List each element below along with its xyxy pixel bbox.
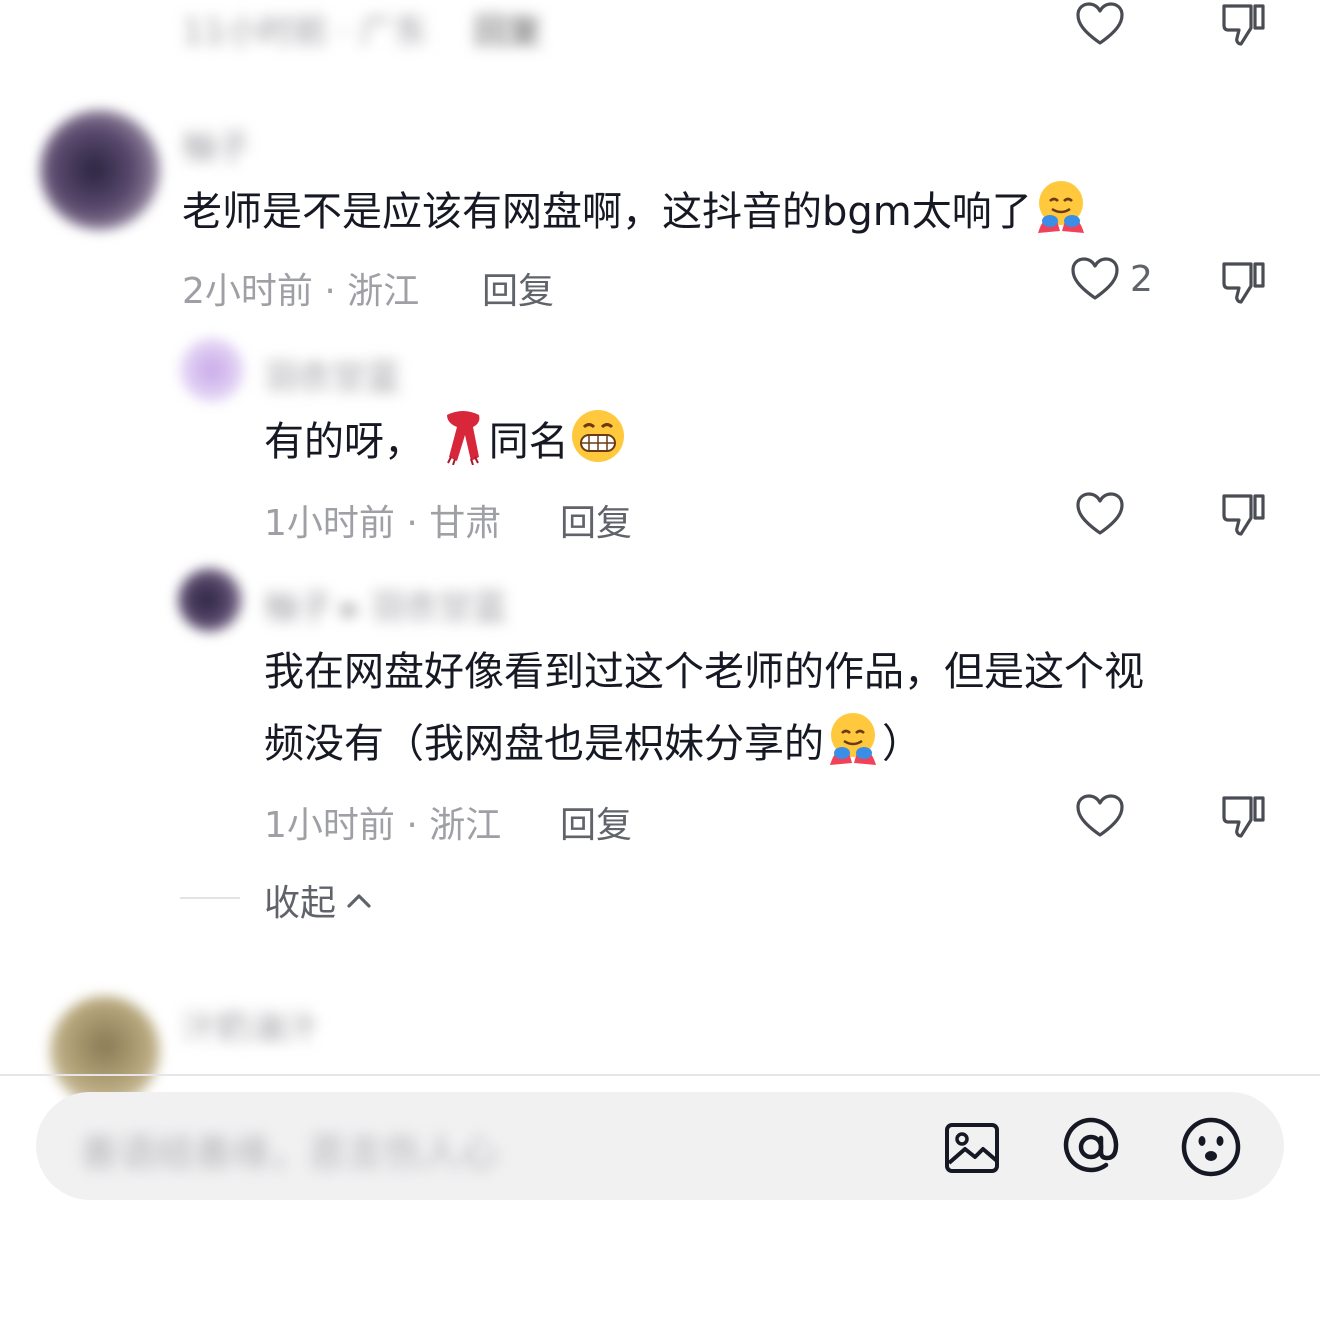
comment-input-placeholder[interactable]: 善语结善缘，恶言伤人心 (80, 1122, 498, 1177)
hugging-face-emoji (824, 709, 882, 790)
reply-avatar[interactable] (178, 568, 242, 632)
reply-author[interactable]: 柚子 ▸ 羽衣甘蓝 (264, 580, 507, 629)
thumbs-down-icon (1222, 494, 1265, 536)
top-comment-meta: 11小时前 · 广东 (182, 12, 428, 52)
reply-text-line2: 频没有（我网盘也是枳妹分享的 ） (264, 708, 922, 790)
thumbs-down-icon (1222, 262, 1265, 304)
comment-author[interactable]: 柚子 (182, 120, 250, 169)
like-button[interactable] (1072, 788, 1128, 844)
at-icon (1063, 1117, 1119, 1173)
dislike-button[interactable] (1216, 254, 1272, 310)
hugging-face-emoji (1032, 177, 1090, 258)
collapse-divider (180, 897, 240, 899)
image-icon (945, 1123, 999, 1173)
heart-icon (1076, 492, 1124, 535)
heart-icon (1076, 794, 1124, 837)
heart-icon (1071, 257, 1119, 300)
chevron-up-icon (347, 894, 371, 908)
input-bar-separator (0, 1074, 1320, 1076)
next-comment-avatar[interactable] (50, 996, 160, 1106)
collapse-label: 收起 (264, 883, 337, 924)
dislike-button[interactable] (1216, 486, 1272, 542)
thumbs-down-icon (1222, 796, 1265, 838)
dislike-button[interactable] (1216, 788, 1272, 844)
reply-button[interactable]: 回复 (482, 262, 554, 314)
reply-meta: 1小时前 · 浙江 (264, 805, 502, 846)
mention-button[interactable] (1058, 1114, 1124, 1180)
top-like-button[interactable] (1072, 0, 1128, 52)
reply-text: 有的呀， 同名 (264, 406, 627, 488)
reply-text-line1: 我在网盘好像看到过这个老师的作品，但是这个视 (264, 649, 1144, 695)
emoji-icon (1181, 1117, 1241, 1177)
like-count: 2 (1130, 258, 1153, 300)
thumbs-down-icon (1222, 4, 1265, 46)
scarf-emoji (437, 407, 489, 488)
reply-meta: 1小时前 · 甘肃 (264, 503, 502, 544)
top-dislike-button[interactable] (1216, 0, 1272, 52)
emoji-button[interactable] (1178, 1114, 1244, 1180)
like-button[interactable]: 2 (1070, 256, 1153, 302)
reply-button[interactable]: 回复 (560, 494, 632, 546)
image-button[interactable] (940, 1116, 1004, 1180)
reply-button[interactable]: 回复 (560, 796, 632, 848)
heart-icon (1076, 2, 1124, 45)
next-comment-author[interactable]: 汁奶油汁 (182, 1000, 318, 1049)
grinning-face-emoji (569, 407, 627, 488)
collapse-replies-button[interactable]: 收起 (264, 874, 372, 926)
reply-author[interactable]: 羽衣甘蓝 (264, 350, 400, 399)
like-button[interactable] (1072, 486, 1128, 542)
comment-meta: 2小时前 · 浙江 (182, 271, 420, 312)
reply-avatar[interactable] (180, 338, 244, 402)
top-comment-reply[interactable]: 回复 (474, 4, 542, 53)
comment-text: 老师是不是应该有网盘啊，这抖音的bgm太响了 (182, 176, 1090, 258)
comment-input-bar[interactable]: 善语结善缘，恶言伤人心 (36, 1092, 1284, 1200)
avatar[interactable] (40, 110, 160, 230)
